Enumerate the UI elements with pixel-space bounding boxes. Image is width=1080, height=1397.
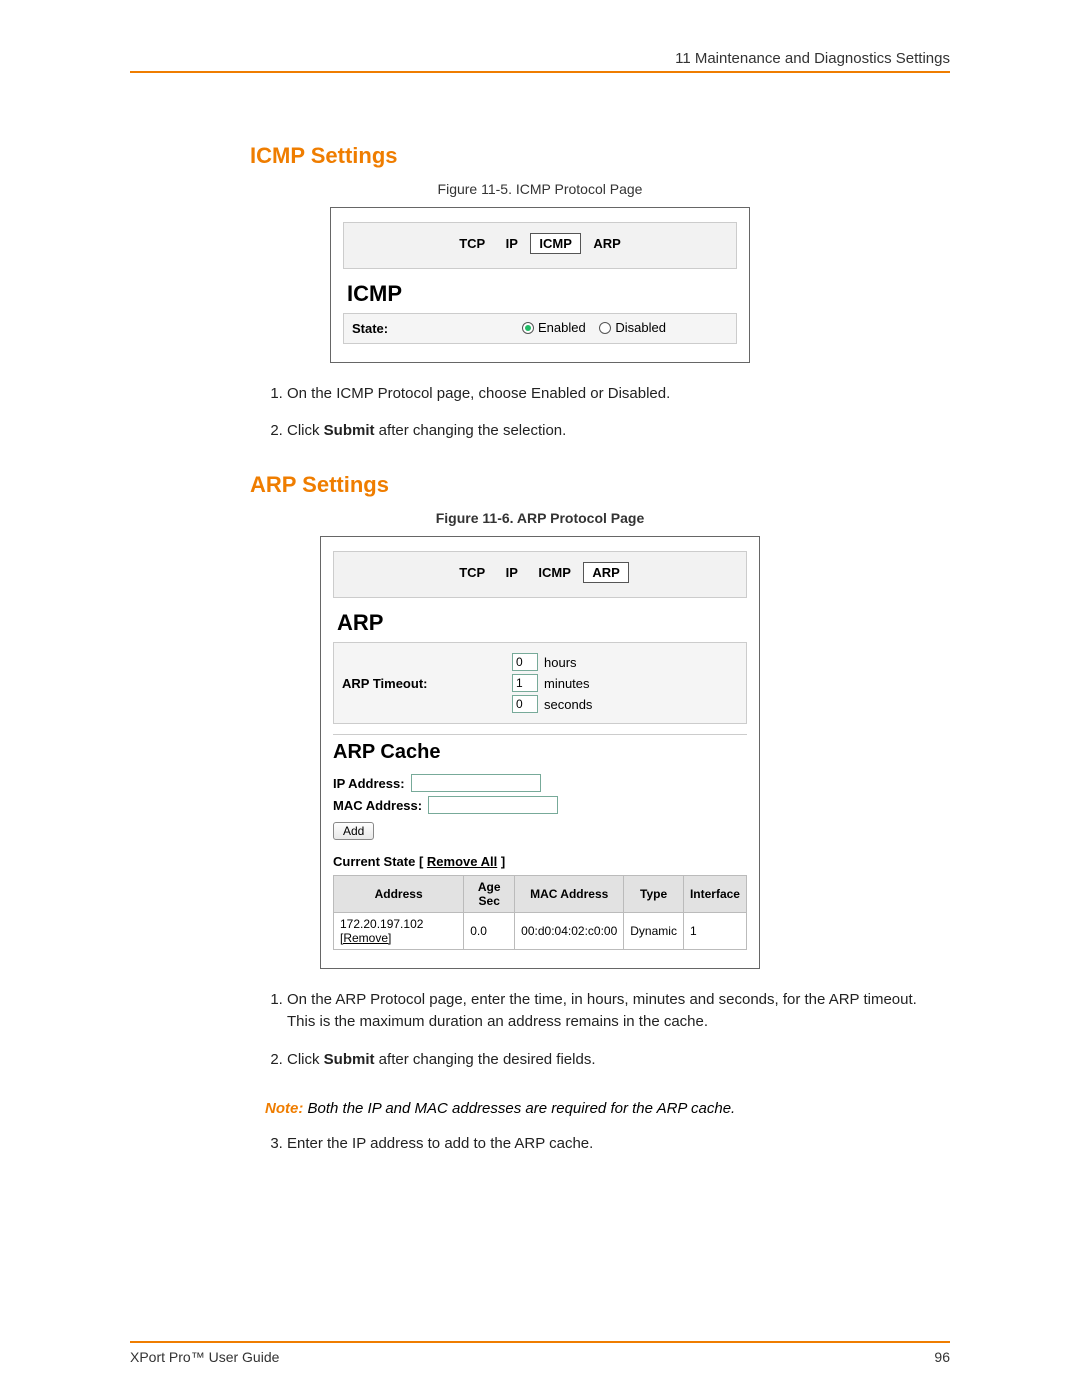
- row-type: Dynamic: [624, 913, 684, 950]
- icmp-radio-disabled[interactable]: Disabled: [599, 320, 666, 335]
- seconds-label: seconds: [544, 697, 592, 712]
- icmp-disabled-label: Disabled: [615, 320, 666, 335]
- note-text: Both the IP and MAC addresses are requir…: [303, 1100, 735, 1117]
- ip-address-label: IP Address:: [333, 776, 405, 791]
- tab-arp[interactable]: ARP: [585, 234, 628, 253]
- arp-timeout-label: ARP Timeout:: [342, 676, 512, 691]
- icmp-step2-bold: Submit: [324, 422, 375, 439]
- arp-tab-tcp[interactable]: TCP: [451, 563, 493, 582]
- ip-address-input[interactable]: [411, 774, 541, 792]
- icmp-state-row: State: Enabled Disabled: [343, 313, 737, 344]
- icmp-panel-heading: ICMP: [343, 275, 737, 313]
- icmp-step-1: On the ICMP Protocol page, choose Enable…: [287, 383, 940, 405]
- arp-tab-arp[interactable]: ARP: [583, 562, 628, 583]
- remove-all-link[interactable]: Remove All: [427, 854, 497, 869]
- note-label: Note:: [265, 1100, 303, 1117]
- footer-left: XPort Pro™ User Guide: [130, 1349, 279, 1365]
- mac-address-label: MAC Address:: [333, 798, 422, 813]
- arp-tabs-row: TCP IP ICMP ARP: [333, 551, 747, 598]
- hours-label: hours: [544, 655, 577, 670]
- current-state-prefix: Current State [: [333, 854, 427, 869]
- icmp-step-2: Click Submit after changing the selectio…: [287, 420, 940, 442]
- arp-step2-bold: Submit: [324, 1051, 375, 1068]
- arp-step-1: On the ARP Protocol page, enter the time…: [287, 989, 940, 1033]
- icmp-figure-caption: Figure 11-5. ICMP Protocol Page: [130, 181, 950, 197]
- arp-step-3: Enter the IP address to add to the ARP c…: [287, 1133, 940, 1155]
- icmp-radio-enabled[interactable]: Enabled: [522, 320, 586, 335]
- chapter-header: 11 Maintenance and Diagnostics Settings: [130, 50, 950, 73]
- row-age: 0.0: [464, 913, 515, 950]
- th-age: Age Sec: [464, 876, 515, 913]
- icmp-tabs-row: TCP IP ICMP ARP: [343, 222, 737, 269]
- th-address: Address: [334, 876, 464, 913]
- minutes-label: minutes: [544, 676, 590, 691]
- icmp-figure-box: TCP IP ICMP ARP ICMP State: Enabled Disa…: [330, 207, 750, 363]
- arp-hours-input[interactable]: [512, 653, 538, 671]
- arp-tab-icmp[interactable]: ICMP: [530, 563, 579, 582]
- arp-timeout-row: ARP Timeout: hours minutes seconds: [333, 642, 747, 724]
- arp-panel-heading: ARP: [333, 604, 747, 642]
- icmp-step2-suffix: after changing the selection.: [375, 422, 567, 439]
- th-mac: MAC Address: [515, 876, 624, 913]
- tab-ip[interactable]: IP: [498, 234, 526, 253]
- row-remove-link[interactable]: [Remove]: [340, 931, 391, 945]
- row-iface: 1: [683, 913, 746, 950]
- arp-step2-prefix: Click: [287, 1051, 324, 1068]
- arp-cache-table: Address Age Sec MAC Address Type Interfa…: [333, 875, 747, 950]
- arp-figure-box: TCP IP ICMP ARP ARP ARP Timeout: hours m…: [320, 536, 760, 969]
- arp-step2-suffix: after changing the desired fields.: [375, 1051, 596, 1068]
- row-mac: 00:d0:04:02:c0:00: [515, 913, 624, 950]
- arp-cache-heading: ARP Cache: [333, 734, 747, 764]
- icmp-step2-prefix: Click: [287, 422, 324, 439]
- radio-selected-icon: [522, 322, 534, 334]
- th-type: Type: [624, 876, 684, 913]
- arp-section-title: ARP Settings: [250, 472, 950, 498]
- arp-tab-ip[interactable]: IP: [498, 563, 526, 582]
- arp-figure-caption: Figure 11-6. ARP Protocol Page: [130, 510, 950, 526]
- page-footer: XPort Pro™ User Guide 96: [130, 1341, 950, 1365]
- tab-icmp[interactable]: ICMP: [530, 233, 581, 254]
- arp-note: Note: Both the IP and MAC addresses are …: [265, 1100, 950, 1117]
- radio-unselected-icon: [599, 322, 611, 334]
- icmp-state-label: State:: [352, 321, 522, 336]
- add-button[interactable]: Add: [333, 822, 374, 840]
- tab-tcp[interactable]: TCP: [451, 234, 493, 253]
- arp-step-2: Click Submit after changing the desired …: [287, 1049, 940, 1071]
- table-row: 172.20.197.102 [Remove] 0.0 00:d0:04:02:…: [334, 913, 747, 950]
- arp-minutes-input[interactable]: [512, 674, 538, 692]
- arp-seconds-input[interactable]: [512, 695, 538, 713]
- icmp-enabled-label: Enabled: [538, 320, 586, 335]
- footer-page: 96: [934, 1349, 950, 1365]
- row-address: 172.20.197.102: [340, 917, 423, 931]
- mac-address-input[interactable]: [428, 796, 558, 814]
- th-interface: Interface: [683, 876, 746, 913]
- current-state-label: Current State [ Remove All ]: [333, 854, 747, 869]
- current-state-suffix: ]: [497, 854, 505, 869]
- icmp-section-title: ICMP Settings: [250, 143, 950, 169]
